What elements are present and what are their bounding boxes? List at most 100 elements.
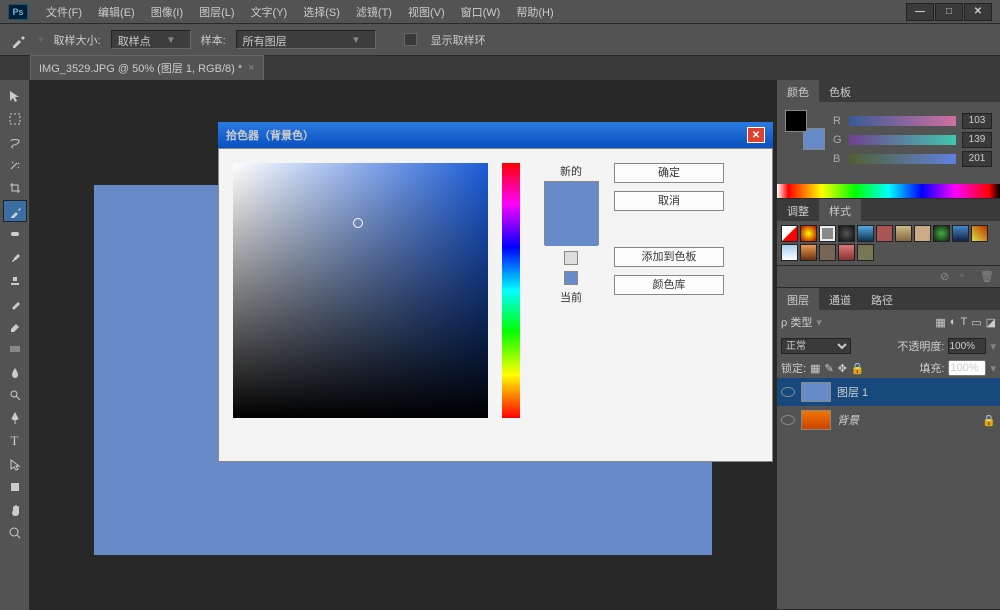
marquee-tool[interactable] bbox=[3, 108, 27, 130]
layer-row-bg[interactable]: 背景 🔒 bbox=[777, 406, 1000, 434]
spectrum-bar[interactable] bbox=[777, 184, 1000, 198]
style-swatch[interactable] bbox=[895, 225, 912, 242]
document-tab[interactable]: IMG_3529.JPG @ 50% (图层 1, RGB/8) * × bbox=[30, 55, 264, 80]
menu-image[interactable]: 图像(I) bbox=[143, 1, 191, 23]
color-libraries-button[interactable]: 颜色库 bbox=[614, 275, 724, 295]
gradient-tool[interactable] bbox=[3, 338, 27, 360]
adjust-tab[interactable]: 调整 bbox=[777, 199, 819, 221]
clear-style-icon[interactable]: ⊘ bbox=[940, 270, 954, 284]
zoom-tool[interactable] bbox=[3, 522, 27, 544]
trash-icon[interactable]: 🗑 bbox=[980, 270, 994, 284]
menu-window[interactable]: 窗口(W) bbox=[453, 1, 509, 23]
lock-all-icon[interactable]: 🔒 bbox=[851, 362, 865, 375]
menu-file[interactable]: 文件(F) bbox=[38, 1, 90, 23]
g-slider[interactable] bbox=[849, 135, 956, 145]
new-style-icon[interactable]: ▫ bbox=[960, 270, 974, 284]
filter-shape-icon[interactable]: ▭ bbox=[971, 316, 981, 329]
crop-tool[interactable] bbox=[3, 177, 27, 199]
pen-tool[interactable] bbox=[3, 407, 27, 429]
menu-layer[interactable]: 图层(L) bbox=[191, 1, 242, 23]
move-tool[interactable] bbox=[3, 85, 27, 107]
visibility-icon[interactable] bbox=[781, 387, 795, 397]
menu-filter[interactable]: 滤镜(T) bbox=[348, 1, 400, 23]
b-value[interactable]: 201 bbox=[962, 151, 992, 167]
styles-tab[interactable]: 样式 bbox=[819, 199, 861, 221]
menu-edit[interactable]: 编辑(E) bbox=[90, 1, 143, 23]
minimize-button[interactable]: — bbox=[906, 3, 934, 21]
layer-name[interactable]: 图层 1 bbox=[837, 384, 868, 400]
style-swatch[interactable] bbox=[876, 225, 893, 242]
filter-adjust-icon[interactable]: ◐ bbox=[950, 316, 957, 328]
gamut-warning-icon[interactable] bbox=[564, 251, 578, 265]
maximize-button[interactable]: □ bbox=[935, 3, 963, 21]
fill-input[interactable] bbox=[948, 360, 986, 376]
filter-pixel-icon[interactable]: ▦ bbox=[935, 316, 945, 329]
wand-tool[interactable] bbox=[3, 154, 27, 176]
style-swatch[interactable] bbox=[781, 244, 798, 261]
color-tab[interactable]: 颜色 bbox=[777, 80, 819, 102]
style-swatch[interactable] bbox=[857, 225, 874, 242]
lock-paint-icon[interactable]: ✎ bbox=[824, 362, 833, 375]
lock-trans-icon[interactable]: ▦ bbox=[810, 362, 820, 375]
add-swatch-button[interactable]: 添加到色板 bbox=[614, 247, 724, 267]
menu-select[interactable]: 选择(S) bbox=[295, 1, 348, 23]
r-slider[interactable] bbox=[849, 116, 956, 126]
path-select-tool[interactable] bbox=[3, 453, 27, 475]
opacity-input[interactable] bbox=[948, 338, 986, 354]
dialog-titlebar[interactable]: 拾色器（背景色） ✕ bbox=[218, 122, 773, 148]
websafe-swatch[interactable] bbox=[564, 271, 578, 285]
filter-smart-icon[interactable]: ◪ bbox=[986, 316, 996, 329]
filter-type-icon[interactable]: T bbox=[960, 316, 967, 328]
healing-tool[interactable] bbox=[3, 223, 27, 245]
brush-tool[interactable] bbox=[3, 246, 27, 268]
layer-row-1[interactable]: 图层 1 bbox=[777, 378, 1000, 406]
channels-tab[interactable]: 通道 bbox=[819, 288, 861, 310]
swatch-tab[interactable]: 色板 bbox=[819, 80, 861, 102]
style-swatch[interactable] bbox=[914, 225, 931, 242]
dodge-tool[interactable] bbox=[3, 384, 27, 406]
paths-tab[interactable]: 路径 bbox=[861, 288, 903, 310]
style-swatch[interactable] bbox=[952, 225, 969, 242]
r-value[interactable]: 103 bbox=[962, 113, 992, 129]
style-swatch[interactable] bbox=[800, 244, 817, 261]
current-color[interactable] bbox=[545, 214, 598, 246]
style-swatch[interactable] bbox=[933, 225, 950, 242]
layer-name[interactable]: 背景 bbox=[837, 412, 859, 428]
hand-tool[interactable] bbox=[3, 499, 27, 521]
visibility-icon[interactable] bbox=[781, 415, 795, 425]
lasso-tool[interactable] bbox=[3, 131, 27, 153]
menu-text[interactable]: 文字(Y) bbox=[243, 1, 296, 23]
show-ring-checkbox[interactable] bbox=[404, 33, 417, 46]
blur-tool[interactable] bbox=[3, 361, 27, 383]
blend-mode-select[interactable]: 正常 bbox=[781, 338, 851, 354]
style-swatch[interactable] bbox=[800, 225, 817, 242]
layers-tab[interactable]: 图层 bbox=[777, 288, 819, 310]
style-swatch[interactable] bbox=[838, 225, 855, 242]
eraser-tool[interactable] bbox=[3, 315, 27, 337]
ok-button[interactable]: 确定 bbox=[614, 163, 724, 183]
shape-tool[interactable] bbox=[3, 476, 27, 498]
menu-view[interactable]: 视图(V) bbox=[400, 1, 453, 23]
style-swatch[interactable] bbox=[838, 244, 855, 261]
stamp-tool[interactable] bbox=[3, 269, 27, 291]
saturation-value-box[interactable] bbox=[233, 163, 488, 418]
sample-select[interactable]: 所有图层 ▾ bbox=[236, 30, 376, 49]
close-icon[interactable]: × bbox=[248, 62, 254, 74]
hue-slider[interactable] bbox=[502, 163, 520, 418]
lock-move-icon[interactable]: ✥ bbox=[838, 362, 847, 375]
type-tool[interactable]: T bbox=[3, 430, 27, 452]
history-brush-tool[interactable] bbox=[3, 292, 27, 314]
menu-help[interactable]: 帮助(H) bbox=[508, 1, 561, 23]
g-value[interactable]: 139 bbox=[962, 132, 992, 148]
style-swatch[interactable] bbox=[781, 225, 798, 242]
sample-size-select[interactable]: 取样点 ▾ bbox=[111, 30, 191, 49]
dialog-close-button[interactable]: ✕ bbox=[747, 127, 765, 143]
close-button[interactable]: ✕ bbox=[964, 3, 992, 21]
b-slider[interactable] bbox=[849, 154, 956, 164]
fgbg-swatch[interactable] bbox=[785, 110, 825, 150]
style-swatch[interactable] bbox=[857, 244, 874, 261]
style-swatch[interactable] bbox=[819, 244, 836, 261]
style-swatch[interactable] bbox=[971, 225, 988, 242]
cancel-button[interactable]: 取消 bbox=[614, 191, 724, 211]
style-swatch[interactable] bbox=[819, 225, 836, 242]
